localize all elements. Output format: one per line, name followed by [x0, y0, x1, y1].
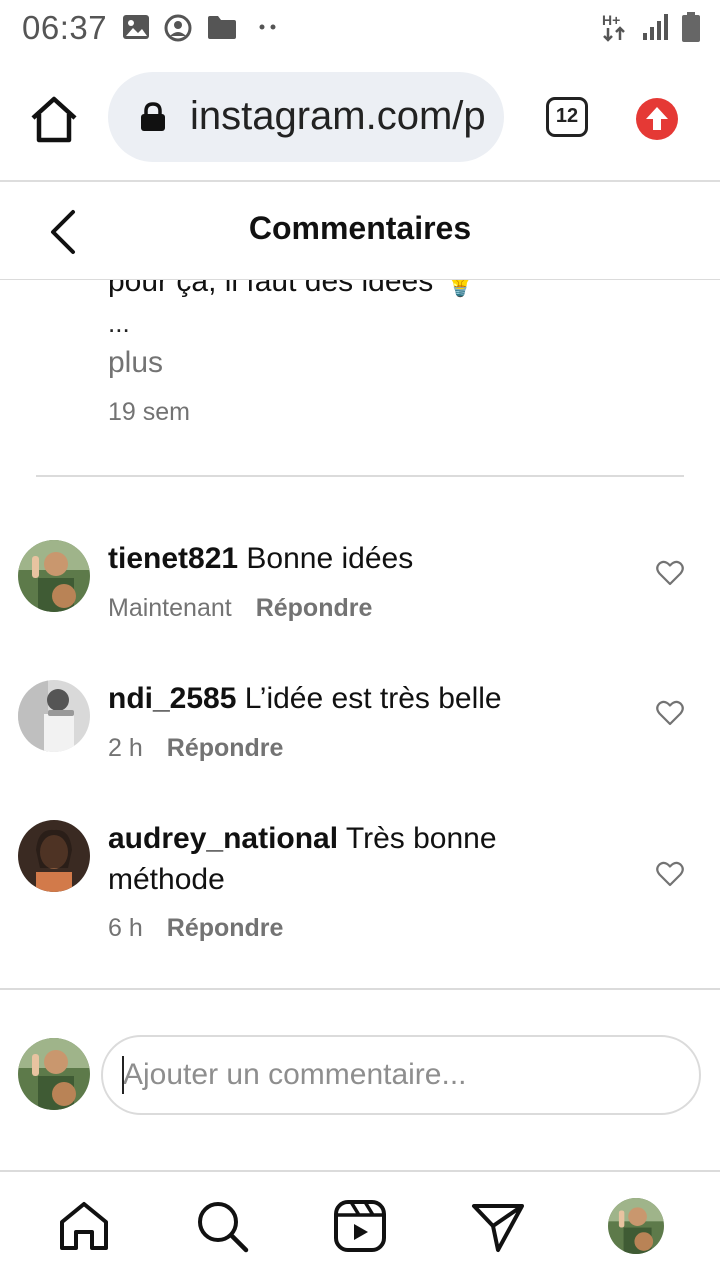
status-time: 06:37 [22, 9, 108, 46]
comment-time: Maintenant [108, 594, 232, 622]
comment-text: L’idée est très belle [244, 682, 502, 715]
tab-switcher-button[interactable]: 12 [546, 97, 588, 137]
page-header: Commentaires [0, 182, 720, 280]
folder-icon [208, 16, 236, 39]
status-bar: 06:37 H+ [0, 0, 720, 56]
battery-icon [682, 12, 700, 42]
avatar[interactable] [18, 540, 90, 612]
signal-icon [643, 14, 668, 40]
lock-icon [141, 102, 165, 131]
account-circle-icon [164, 14, 192, 42]
avatar-tienet821-image [18, 540, 90, 612]
page-title: Commentaires [248, 210, 472, 246]
reply-button[interactable]: Répondre [167, 734, 284, 762]
search-icon[interactable] [194, 1198, 250, 1254]
text-cursor [122, 1056, 124, 1094]
svg-text:H+: H+ [602, 12, 620, 28]
avatar-audrey-national-image [18, 820, 90, 892]
comment-username[interactable]: audrey_national [108, 822, 338, 855]
url-bar[interactable]: instagram.com/p [108, 72, 504, 162]
like-heart-icon[interactable] [656, 560, 684, 586]
previous-comment-ellipsis: ... [108, 308, 130, 338]
avatar-profile-image [608, 1198, 664, 1254]
more-dots-icon [259, 24, 276, 30]
more-link[interactable]: plus [108, 346, 163, 380]
like-heart-icon[interactable] [656, 861, 684, 887]
comment-text: Bonne idées [246, 542, 414, 575]
comment-username[interactable]: tienet821 [108, 542, 238, 575]
reels-icon[interactable] [332, 1198, 388, 1254]
direct-message-icon[interactable] [470, 1198, 526, 1254]
comments-list[interactable]: pour ça, il faut des idées 💡 ... plus 19… [0, 280, 720, 988]
data-transfer-icon: H+ [602, 12, 625, 42]
reply-button[interactable]: Répondre [167, 914, 284, 942]
divider [36, 475, 684, 477]
url-text: instagram.com/p [190, 94, 486, 138]
browser-toolbar: instagram.com/p 12 [0, 56, 720, 182]
avatar-ndi2585-image [18, 680, 90, 752]
reply-button[interactable]: Répondre [256, 594, 373, 622]
comment-input[interactable] [101, 1035, 701, 1115]
arrow-up-icon [646, 107, 668, 130]
previous-comment-age: 19 sem [108, 398, 190, 426]
browser-home-icon[interactable] [28, 94, 80, 146]
image-icon [123, 15, 149, 39]
like-heart-icon[interactable] [656, 700, 684, 726]
home-icon[interactable] [56, 1198, 112, 1254]
avatar-current-user-image [18, 1038, 90, 1110]
avatar[interactable] [18, 680, 90, 752]
profile-avatar[interactable] [608, 1198, 664, 1254]
comment-username[interactable]: ndi_2585 [108, 682, 236, 715]
current-user-avatar[interactable] [18, 1038, 90, 1110]
comment-time: 6 h [108, 914, 143, 942]
update-button[interactable] [636, 98, 678, 140]
avatar[interactable] [18, 820, 90, 892]
comment-composer [0, 990, 720, 1170]
bottom-navigation [0, 1170, 720, 1280]
comment-time: 2 h [108, 734, 143, 762]
previous-comment-text: pour ça, il faut des idées 💡 [108, 280, 479, 298]
